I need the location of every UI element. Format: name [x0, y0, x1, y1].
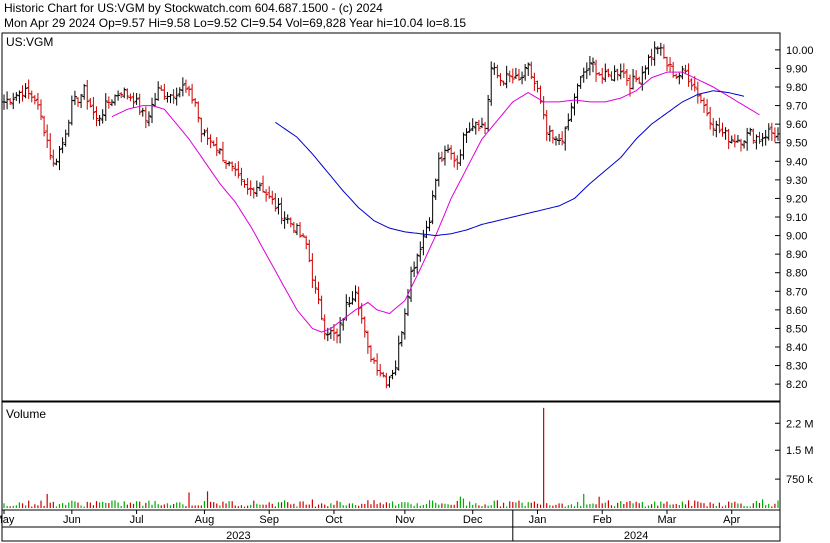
price-tick-label: 9.60 [786, 119, 807, 131]
price-tick-label: 9.80 [786, 82, 807, 94]
stock-chart: Historic Chart for US:VGM by Stockwatch.… [0, 0, 830, 543]
price-tick-label: 8.20 [786, 379, 807, 391]
year-label: 2023 [226, 530, 250, 542]
price-tick-label: 9.70 [786, 101, 807, 113]
volume-tick-label: 2.2 M [786, 418, 814, 430]
price-tick-label: 8.90 [786, 249, 807, 261]
price-tick-label: 9.10 [786, 212, 807, 224]
price-axis: 10.00 9.90 9.80 9.70 9.60 9.50 9.40 9.30 9.20 9.1… [775, 45, 814, 391]
month-label: Sep [259, 514, 279, 526]
month-label: Dec [463, 514, 483, 526]
month-label: Oct [325, 514, 342, 526]
price-tick-label: 8.80 [786, 268, 807, 280]
volume-panel-frame [1, 401, 781, 511]
price-tick-label: 8.30 [786, 361, 807, 373]
month-label: Nov [395, 514, 415, 526]
month-label: Jul [130, 514, 144, 526]
month-label: Mar [658, 514, 677, 526]
month-label: Feb [593, 514, 612, 526]
price-tick-label: 9.90 [786, 63, 807, 75]
month-label: Apr [723, 514, 740, 526]
price-tick-label: 9.50 [786, 138, 807, 150]
volume-tick-label: 750 k [786, 474, 813, 486]
volume-tick-label: 1.5 M [786, 445, 814, 457]
month-label: Aug [195, 514, 215, 526]
month-label: Jun [63, 514, 81, 526]
month-label: Jan [529, 514, 547, 526]
volume-panel-title: Volume [6, 407, 46, 421]
price-tick-label: 9.30 [786, 175, 807, 187]
price-tick-label: 8.50 [786, 323, 807, 335]
price-tick-label: 8.70 [786, 286, 807, 298]
price-tick-label: 9.40 [786, 156, 807, 168]
price-tick-label: 8.60 [786, 305, 807, 317]
price-tick-label: 10.00 [786, 45, 814, 57]
price-panel-frame [1, 32, 781, 402]
price-tick-label: 9.00 [786, 231, 807, 243]
month-label: May [0, 514, 15, 526]
year-label: 2024 [624, 530, 648, 542]
chart-canvas: US:VGM 10.00 9.90 9.80 9.70 9.60 9.50 9.40 9.30… [0, 32, 814, 542]
price-panel-title: US:VGM [6, 35, 53, 49]
price-tick-label: 8.40 [786, 342, 807, 354]
price-tick-label: 9.20 [786, 193, 807, 205]
volume-axis: 2.2 M 1.5 M 750 k [775, 418, 814, 486]
